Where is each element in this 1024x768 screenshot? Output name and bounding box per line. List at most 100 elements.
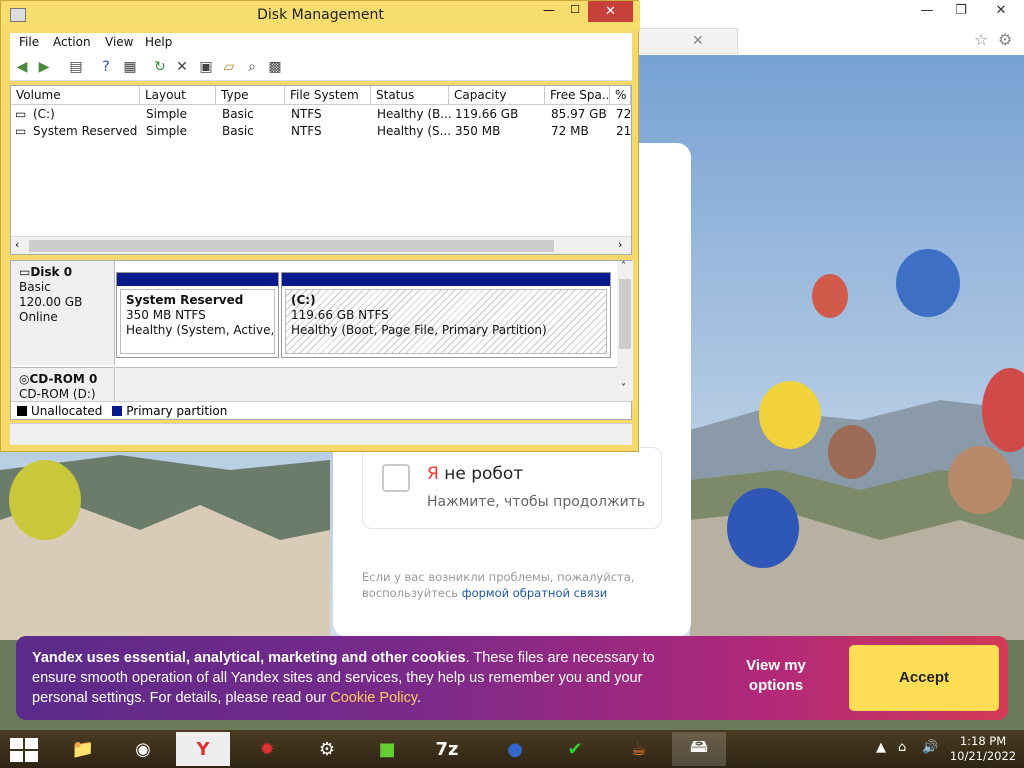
captcha-checkbox-panel[interactable]: Я не робот Нажмите, чтобы продолжить — [362, 447, 662, 529]
disk0-type: Basic — [19, 280, 51, 294]
cookie-banner: Yandex uses essential, analytical, marke… — [16, 636, 1008, 720]
disk-manager-taskbar-icon[interactable]: 🖴 — [672, 732, 726, 766]
disk-management-window: Disk Management — ☐ ✕ File Action View H… — [0, 0, 640, 452]
menu-action[interactable]: Action — [53, 35, 91, 49]
open-folder-icon[interactable]: ▱ — [220, 58, 238, 76]
scroll-up-icon[interactable]: ˄ — [621, 261, 626, 272]
accept-button[interactable]: Accept — [849, 645, 999, 711]
search-icon[interactable]: ⌕ — [243, 58, 261, 76]
start-button[interactable] — [10, 738, 38, 762]
menu-help[interactable]: Help — [145, 35, 172, 49]
col-type[interactable]: Type — [216, 86, 285, 105]
cookie-policy-link[interactable]: Cookie Policy — [330, 690, 417, 706]
refresh-icon[interactable]: ↻ — [151, 58, 169, 76]
captcha-checkbox[interactable] — [382, 464, 410, 492]
help-icon[interactable]: ? — [97, 58, 115, 76]
windows-logo-icon — [10, 738, 23, 749]
list-view-icon[interactable]: ▩ — [266, 58, 284, 76]
scroll-left-icon[interactable]: ‹ — [15, 238, 19, 251]
checklist-icon[interactable]: ✔ — [548, 732, 602, 766]
browser-tab[interactable] — [638, 28, 738, 54]
forward-icon[interactable]: ▶ — [35, 58, 53, 76]
cell-volume: (C:) — [33, 107, 55, 121]
partition-status: Healthy (Boot, Page File, Primary Partit… — [291, 323, 547, 337]
col-capacity[interactable]: Capacity — [449, 86, 545, 105]
7zip-icon[interactable]: 7z — [420, 732, 474, 766]
network-icon[interactable]: ⌂ — [898, 740, 906, 755]
scrollbar-thumb[interactable] — [619, 279, 631, 349]
volume-icon[interactable]: 🔊 — [922, 740, 938, 755]
browser-minimize-button[interactable]: — — [910, 0, 944, 22]
partition-name: System Reserved — [126, 293, 244, 307]
cell-file-system: NTFS — [291, 124, 322, 138]
disk0-state: Online — [19, 310, 58, 324]
browser-close-button[interactable]: ✕ — [984, 0, 1018, 22]
scrollbar-thumb[interactable] — [29, 240, 554, 252]
tray-up-arrow-icon[interactable]: ▲ — [876, 740, 886, 755]
partition-body: (C:) 119.66 GB NTFS Healthy (Boot, Page … — [285, 289, 607, 354]
feedback-link[interactable]: формой обратной связи — [462, 586, 607, 600]
minecraft-icon[interactable]: ■ — [360, 732, 414, 766]
cell-layout: Simple — [146, 107, 187, 121]
col-volume[interactable]: Volume — [11, 86, 140, 105]
drive-icon: ▭ — [15, 107, 27, 121]
partition-body: System Reserved 350 MB NTFS Healthy (Sys… — [120, 289, 275, 354]
captcha-label: Я не робот — [427, 464, 523, 484]
close-button[interactable]: ✕ — [588, 1, 633, 22]
favorite-star-icon[interactable]: ☆ — [974, 30, 988, 49]
cookie-bold-text: Yandex uses essential, analytical, marke… — [32, 650, 466, 666]
maximize-button[interactable]: ☐ — [562, 3, 588, 23]
cdrom-area — [116, 367, 617, 401]
console-tree-icon[interactable]: ▤ — [67, 58, 85, 76]
partition-bar — [117, 273, 278, 286]
clock[interactable]: 1:18 PM 10/21/2022 — [948, 734, 1018, 764]
col-layout[interactable]: Layout — [140, 86, 216, 105]
vertical-scrollbar[interactable]: ˄ ˅ — [617, 261, 633, 401]
col-file-system[interactable]: File System — [285, 86, 371, 105]
cookie-text: Yandex uses essential, analytical, marke… — [32, 648, 692, 708]
scroll-right-icon[interactable]: › — [618, 238, 622, 251]
horizontal-scrollbar[interactable]: ‹ › — [11, 236, 631, 254]
steam-icon[interactable]: ⚙ — [300, 732, 354, 766]
cell-percent-free: 21 — [616, 124, 632, 138]
disk0-label[interactable]: ▭Disk 0 Basic 120.00 GB Online — [11, 261, 115, 365]
menu-view[interactable]: View — [105, 35, 133, 49]
tab-close-icon[interactable]: ✕ — [692, 33, 704, 49]
disk0-name: Disk 0 — [30, 265, 73, 279]
back-icon[interactable]: ◀ — [13, 58, 31, 76]
browser-maximize-button[interactable]: ❐ — [944, 0, 978, 22]
cdrom-icon: ◎ — [19, 372, 30, 386]
menu-file[interactable]: File — [19, 35, 39, 49]
partition-system-reserved[interactable]: System Reserved 350 MB NTFS Healthy (Sys… — [116, 272, 279, 358]
legend-unallocated: Unallocated — [31, 404, 103, 418]
disk-graphical-view: ▭Disk 0 Basic 120.00 GB Online System Re… — [10, 260, 633, 420]
cell-free-space: 85.97 GB — [551, 107, 607, 121]
cell-capacity: 119.66 GB — [455, 107, 519, 121]
cell-file-system: NTFS — [291, 107, 322, 121]
captcha-hint: Нажмите, чтобы продолжить — [427, 494, 646, 510]
settings-gear-icon[interactable]: ⚙ — [998, 30, 1012, 49]
partition-c[interactable]: (C:) 119.66 GB NTFS Healthy (Boot, Page … — [281, 272, 611, 358]
minimize-button[interactable]: — — [536, 3, 562, 23]
scroll-down-icon[interactable]: ˅ — [621, 383, 626, 394]
sonic-icon[interactable]: ● — [488, 732, 542, 766]
delete-icon[interactable]: ✕ — [173, 58, 191, 76]
file-explorer-icon[interactable]: 📁 — [56, 732, 110, 766]
properties-icon[interactable]: ▣ — [197, 58, 215, 76]
chrome-icon[interactable]: ◉ — [116, 732, 170, 766]
disk0-size: 120.00 GB — [19, 295, 83, 309]
cell-free-space: 72 MB — [551, 124, 589, 138]
view-options-button[interactable]: View my options — [736, 656, 816, 696]
col-free-space[interactable]: Free Spa... — [545, 86, 610, 105]
yandex-icon[interactable]: Y — [176, 732, 230, 766]
toolbar: ◀ ▶ ▤ ? ▦ ↻ ✕ ▣ ▱ ⌕ ▩ — [10, 53, 632, 81]
app-red-icon[interactable]: ✹ — [240, 732, 294, 766]
java-icon[interactable]: ☕ — [612, 732, 666, 766]
properties-view-icon[interactable]: ▦ — [121, 58, 139, 76]
col-percent-free[interactable]: % F — [610, 86, 631, 105]
col-status[interactable]: Status — [371, 86, 449, 105]
cell-percent-free: 72 — [616, 107, 632, 121]
window-titlebar[interactable]: Disk Management — ☐ ✕ — [1, 1, 640, 31]
cdrom-label[interactable]: ◎CD-ROM 0 CD-ROM (D:) — [11, 367, 115, 401]
captcha-label-text: не робот — [438, 464, 524, 484]
